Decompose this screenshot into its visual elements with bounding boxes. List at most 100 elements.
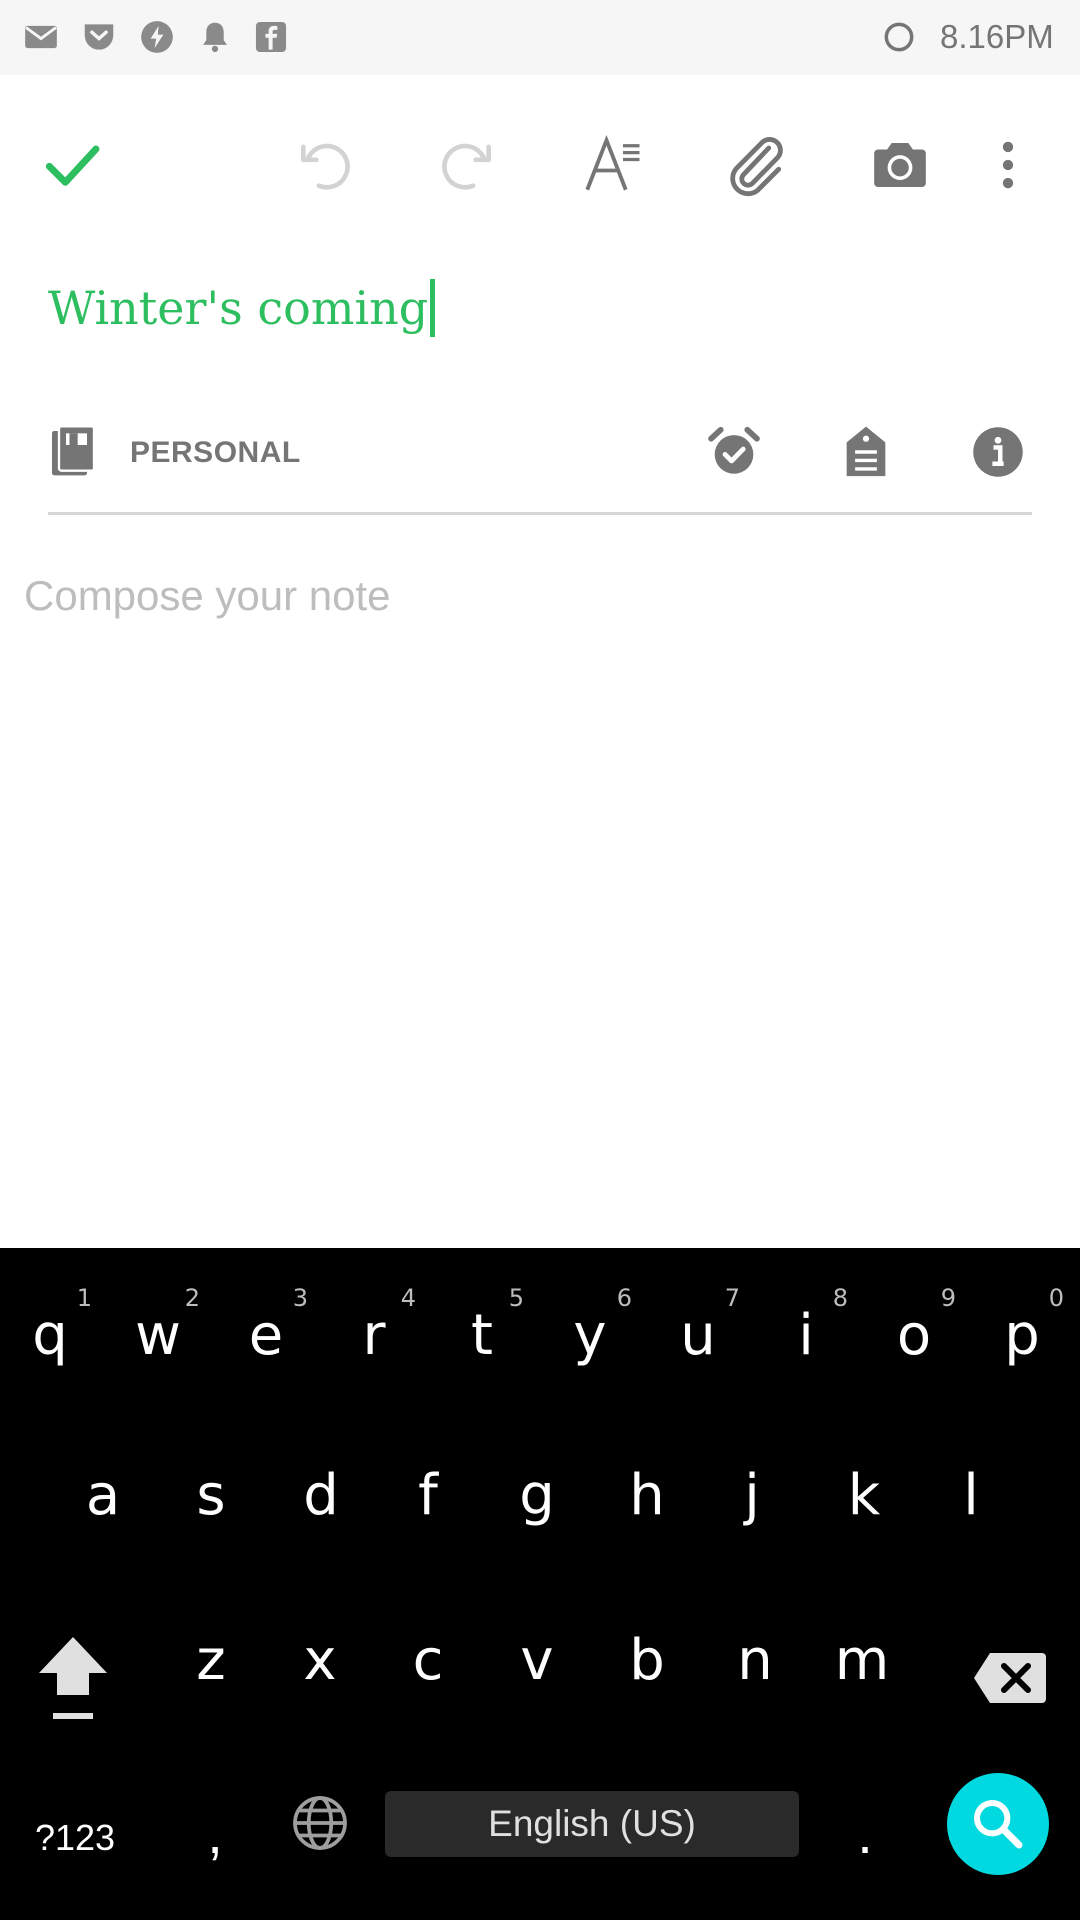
language-key[interactable] (285, 1788, 355, 1858)
key-hint: 9 (940, 1284, 956, 1312)
key-c[interactable]: c (374, 1633, 482, 1723)
key-letter: i (798, 1303, 814, 1368)
note-info-button[interactable] (966, 420, 1030, 484)
key-letter: w (135, 1303, 181, 1368)
soft-keyboard: 1q2w3e4r5t6y7u8i9o0p asdfghjkl zxcvbnm ?… (0, 1248, 1080, 1920)
key-p[interactable]: 0p (968, 1284, 1076, 1398)
key-letter: r (362, 1303, 386, 1368)
undo-icon (301, 143, 350, 190)
key-s[interactable]: s (157, 1468, 265, 1558)
key-letter: b (629, 1628, 665, 1693)
tag-icon (846, 426, 886, 477)
key-u[interactable]: 7u (644, 1284, 752, 1398)
key-letter: j (744, 1463, 760, 1528)
tag-button[interactable] (834, 420, 898, 484)
key-letter: y (573, 1303, 607, 1368)
key-j[interactable]: j (698, 1468, 806, 1558)
key-t[interactable]: 5t (428, 1284, 536, 1398)
key-n[interactable]: n (701, 1633, 809, 1723)
key-hint: 3 (292, 1284, 308, 1312)
camera-button[interactable] (860, 125, 940, 205)
key-letter: n (737, 1628, 773, 1693)
note-title-field[interactable]: Winter's coming (48, 268, 1038, 348)
alarm-check-icon (708, 426, 760, 474)
text-format-icon (585, 134, 640, 191)
backspace-icon (974, 1653, 1046, 1703)
key-letter: d (303, 1463, 339, 1528)
attach-button[interactable] (716, 125, 796, 205)
key-e[interactable]: 3e (212, 1284, 320, 1398)
done-button[interactable] (32, 125, 112, 205)
symbols-key[interactable]: ?123 (20, 1803, 130, 1873)
text-cursor (430, 279, 436, 337)
key-a[interactable]: a (49, 1468, 157, 1558)
notebook-icon[interactable] (48, 424, 98, 485)
comma-key[interactable]: , (180, 1788, 250, 1878)
key-hint: 2 (184, 1284, 200, 1312)
key-letter: c (412, 1628, 444, 1693)
redo-button[interactable] (428, 125, 508, 205)
search-icon (973, 1799, 1023, 1849)
key-q[interactable]: 1q (0, 1284, 104, 1398)
key-letter: s (196, 1463, 226, 1528)
attachment-icon (730, 137, 783, 197)
key-r[interactable]: 4r (320, 1284, 428, 1398)
note-body-editor[interactable]: Compose your note (24, 572, 391, 620)
key-d[interactable]: d (267, 1468, 375, 1558)
key-letter: q (32, 1303, 68, 1368)
key-letter: m (834, 1628, 890, 1693)
key-hint: 7 (724, 1284, 740, 1312)
key-letter: p (1004, 1303, 1040, 1368)
status-time: 8.16PM (940, 18, 1054, 55)
key-hint: 4 (400, 1284, 416, 1312)
key-o[interactable]: 9o (860, 1284, 968, 1398)
key-i[interactable]: 8i (752, 1284, 860, 1398)
key-letter: o (896, 1303, 932, 1368)
note-meta-row: PERSONAL (48, 410, 1032, 515)
redo-icon (442, 143, 491, 190)
key-f[interactable]: f (374, 1468, 482, 1558)
key-l[interactable]: l (917, 1468, 1025, 1558)
undo-button[interactable] (284, 125, 364, 205)
backspace-key[interactable] (960, 1628, 1060, 1728)
key-letter: t (471, 1303, 493, 1368)
camera-icon (874, 143, 926, 187)
more-options-button[interactable] (968, 125, 1048, 205)
reminder-button[interactable] (702, 420, 766, 484)
key-k[interactable]: k (810, 1468, 918, 1558)
text-format-button[interactable] (572, 125, 652, 205)
notebook-label[interactable]: PERSONAL (130, 436, 301, 470)
key-letter: e (248, 1303, 284, 1368)
key-letter: v (520, 1628, 554, 1693)
key-w[interactable]: 2w (104, 1284, 212, 1398)
shift-key[interactable] (30, 1626, 116, 1736)
key-g[interactable]: g (483, 1468, 591, 1558)
mail-icon (22, 18, 60, 61)
key-m[interactable]: m (808, 1633, 916, 1723)
sync-circle-icon (880, 18, 918, 61)
key-letter: h (629, 1463, 665, 1528)
globe-icon (293, 1796, 347, 1850)
key-b[interactable]: b (593, 1633, 701, 1723)
key-hint: 8 (832, 1284, 848, 1312)
search-key[interactable] (947, 1773, 1049, 1875)
shift-arrow-icon (39, 1637, 107, 1719)
checkmark-icon (45, 145, 100, 186)
key-letter: f (418, 1463, 438, 1528)
period-key[interactable]: . (830, 1788, 900, 1878)
bell-icon (196, 18, 234, 61)
pocket-icon (80, 18, 118, 61)
more-vert-icon (1002, 141, 1014, 189)
status-bar: 8.16PM (0, 0, 1080, 75)
editor-toolbar (0, 75, 1080, 245)
key-letter: z (196, 1628, 226, 1693)
bolt-icon (138, 18, 176, 61)
key-hint: 0 (1048, 1284, 1064, 1312)
key-z[interactable]: z (157, 1633, 265, 1723)
space-key[interactable]: English (US) (385, 1791, 799, 1857)
key-y[interactable]: 6y (536, 1284, 644, 1398)
key-h[interactable]: h (593, 1468, 701, 1558)
key-letter: k (847, 1463, 881, 1528)
key-x[interactable]: x (266, 1633, 374, 1723)
key-v[interactable]: v (483, 1633, 591, 1723)
